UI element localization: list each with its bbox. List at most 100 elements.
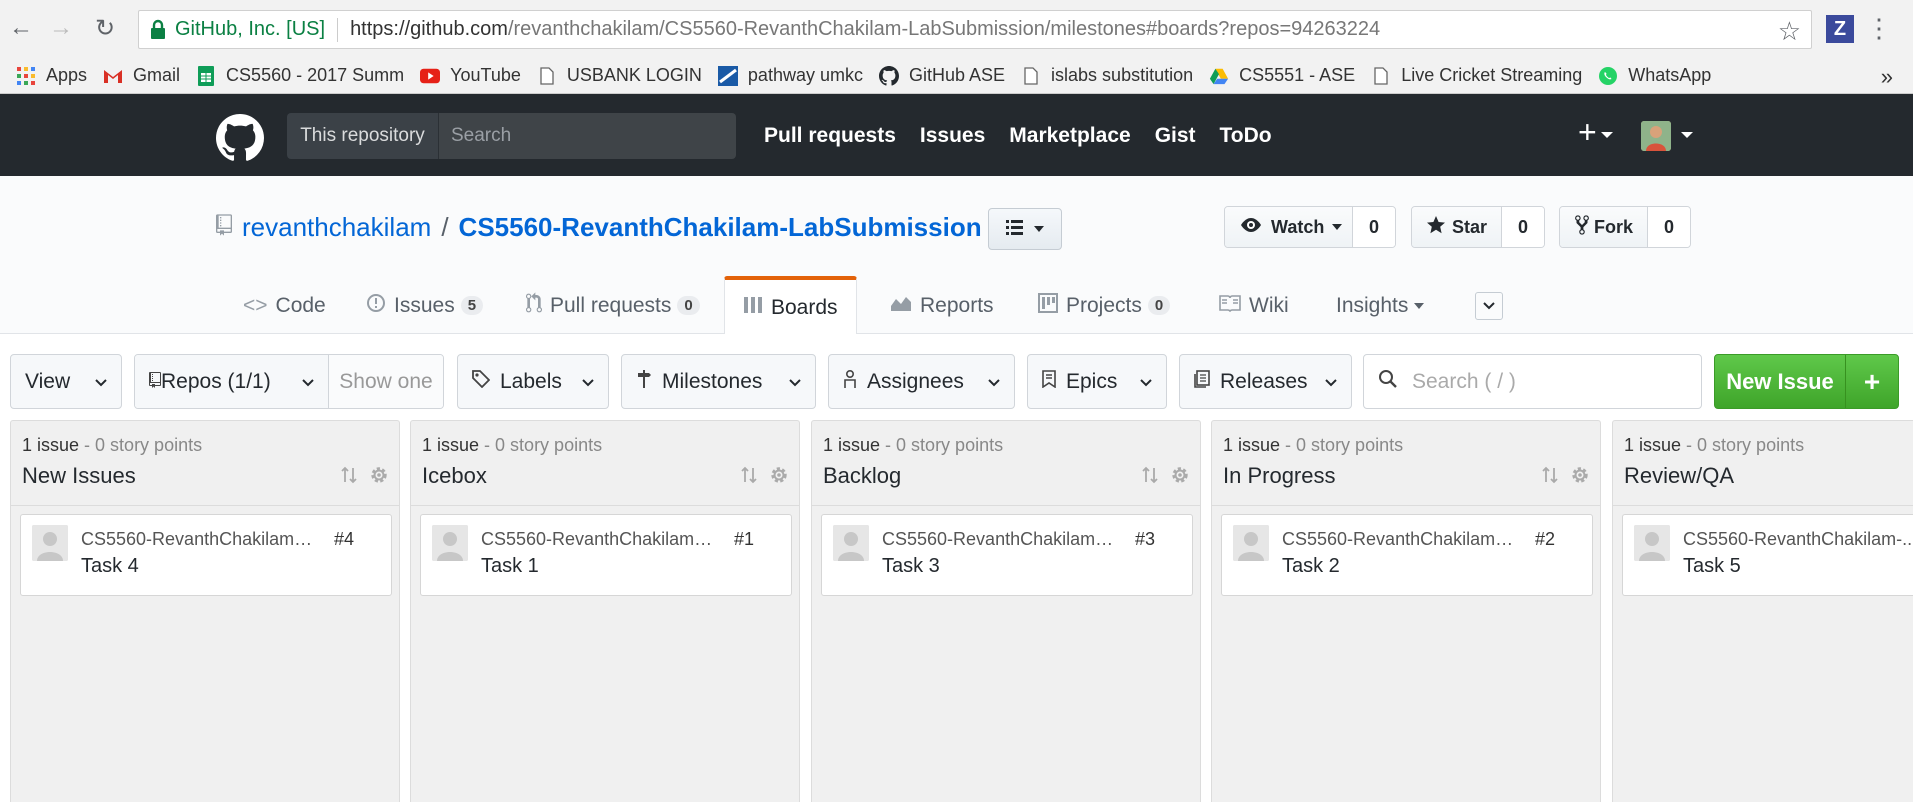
tab-boards[interactable]: Boards [724, 276, 857, 335]
repo-owner-link[interactable]: revanthchakilam [242, 212, 431, 243]
assignees-dropdown[interactable]: Assignees [828, 354, 1015, 409]
bookmark-label: CS5551 - ASE [1239, 65, 1356, 85]
card-issue-number[interactable]: #3 [1135, 529, 1155, 550]
watch-button[interactable]: Watch [1225, 207, 1353, 247]
sort-arrows-icon[interactable] [739, 465, 759, 491]
bookmark-star-icon[interactable]: ☆ [1778, 16, 1801, 47]
address-bar[interactable]: GitHub, Inc. [US] https://github.com/rev… [138, 10, 1812, 49]
milestones-dropdown[interactable]: Milestones [621, 354, 816, 409]
tab-code[interactable]: <> Code [243, 276, 326, 335]
sort-arrows-icon[interactable] [1140, 465, 1160, 491]
watch-count[interactable]: 0 [1353, 207, 1395, 247]
fork-icon [1574, 214, 1590, 241]
tab-projects[interactable]: Projects 0 [1038, 276, 1171, 335]
issue-card[interactable]: CS5560-RevanthChakilam-... #3 Task 3 [821, 514, 1193, 596]
repos-dropdown[interactable]: Repos (1/1) [135, 355, 329, 408]
tab-pull-requests[interactable]: Pull requests 0 [526, 276, 700, 335]
releases-dropdown[interactable]: Releases [1179, 354, 1352, 409]
nav-gist[interactable]: Gist [1155, 124, 1196, 148]
nav-todo[interactable]: ToDo [1220, 124, 1272, 148]
bookmark-youtube[interactable]: YouTube [420, 65, 521, 86]
tab-label: Code [275, 293, 326, 317]
bookmark-cs5551[interactable]: CS5551 - ASE [1209, 65, 1355, 86]
bookmark-usbank[interactable]: USBANK LOGIN [537, 65, 702, 86]
issue-card[interactable]: CS5560-RevanthChakilam-... #4 Task 4 [20, 514, 392, 596]
tab-wiki[interactable]: Wiki [1219, 276, 1289, 335]
bookmark-cricket[interactable]: Live Cricket Streaming [1371, 65, 1582, 86]
gmail-icon [103, 66, 123, 86]
boards-icon [743, 295, 763, 321]
caret-down-icon [1600, 131, 1613, 138]
epics-dropdown[interactable]: Epics [1027, 354, 1167, 409]
youtube-icon [420, 66, 441, 86]
bookmark-github-ase[interactable]: GitHub ASE [878, 65, 1005, 86]
bookmarks-overflow-button[interactable]: » [1881, 64, 1893, 90]
tabs-more-button[interactable] [1475, 292, 1503, 320]
reload-icon[interactable]: ↻ [90, 13, 120, 43]
column-controls [729, 465, 789, 491]
gear-icon[interactable] [1570, 465, 1590, 491]
avatar-caret-icon[interactable] [1681, 132, 1693, 138]
sort-arrows-icon[interactable] [1540, 465, 1560, 491]
star-button[interactable]: Star [1412, 207, 1502, 247]
user-avatar[interactable] [1641, 121, 1671, 151]
show-one-button[interactable]: Show one [329, 355, 443, 408]
issue-card[interactable]: CS5560-RevanthChakilam-... Task 5 [1622, 514, 1913, 596]
card-issue-number[interactable]: #1 [734, 529, 754, 550]
card-title[interactable]: Task 3 [882, 555, 940, 578]
fork-button[interactable]: Fork [1560, 207, 1648, 247]
view-dropdown[interactable]: View [10, 354, 122, 409]
bookmark-gmail[interactable]: Gmail [103, 65, 180, 86]
back-arrow-icon[interactable]: ← [6, 13, 36, 43]
card-title[interactable]: Task 4 [81, 555, 139, 578]
header-search-input[interactable]: Search [438, 113, 736, 159]
gear-icon[interactable] [369, 465, 389, 491]
story-points: - 0 story points [79, 435, 203, 455]
labels-dropdown[interactable]: Labels [457, 354, 609, 409]
fork-label: Fork [1594, 216, 1634, 237]
create-new-menu[interactable]: + [1578, 114, 1613, 151]
card-title[interactable]: Task 1 [481, 555, 539, 578]
bookmark-whatsapp[interactable]: WhatsApp [1598, 65, 1711, 86]
nav-pull-requests[interactable]: Pull requests [764, 124, 896, 148]
chevron-down-icon [1311, 374, 1337, 390]
apps-grid-icon [16, 66, 36, 86]
fork-count[interactable]: 0 [1648, 207, 1690, 247]
bookmark-pathway[interactable]: pathway umkc [717, 65, 863, 86]
issue-card[interactable]: CS5560-RevanthChakilam-L... #1 Task 1 [420, 514, 792, 596]
book-icon [1219, 294, 1241, 318]
board-search-input[interactable]: Search ( / ) [1363, 354, 1702, 409]
card-issue-number[interactable]: #2 [1535, 529, 1555, 550]
nav-issues[interactable]: Issues [920, 124, 985, 148]
sheets-icon [196, 65, 216, 86]
gear-icon[interactable] [769, 465, 789, 491]
bookmark-label: CS5560 - 2017 Summ [226, 65, 405, 85]
bookmark-apps[interactable]: Apps [16, 65, 87, 86]
new-issue-plus-button[interactable]: + [1846, 355, 1898, 408]
extension-icon[interactable]: Z [1826, 15, 1854, 43]
repo-book-icon [216, 212, 232, 243]
column-divider [411, 505, 799, 506]
tab-insights[interactable]: Insights [1336, 276, 1425, 335]
repo-name-link[interactable]: CS5560-RevanthChakilam-LabSubmission [459, 212, 982, 243]
new-issue-button[interactable]: New Issue [1715, 355, 1846, 408]
browser-menu-icon[interactable]: ⋮ [1866, 13, 1892, 44]
tag-icon [472, 370, 491, 393]
card-title[interactable]: Task 5 [1683, 555, 1741, 578]
nav-marketplace[interactable]: Marketplace [1009, 124, 1130, 148]
issue-card[interactable]: CS5560-RevanthChakilam-... #2 Task 2 [1221, 514, 1593, 596]
star-count[interactable]: 0 [1502, 207, 1544, 247]
forward-arrow-icon[interactable]: → [46, 13, 76, 43]
github-logo-icon[interactable] [216, 114, 264, 162]
tab-issues[interactable]: Issues 5 [366, 276, 484, 335]
gear-icon[interactable] [1170, 465, 1190, 491]
bookmark-islabs[interactable]: islabs substitution [1021, 65, 1193, 86]
card-title[interactable]: Task 2 [1282, 555, 1340, 578]
tab-reports[interactable]: Reports [890, 276, 994, 335]
sort-arrows-icon[interactable] [339, 465, 359, 491]
bookmark-cs5560[interactable]: CS5560 - 2017 Summ [196, 65, 404, 86]
assignees-label: Assignees [867, 369, 964, 393]
repo-menu-button[interactable] [988, 208, 1062, 250]
card-issue-number[interactable]: #4 [334, 529, 354, 550]
address-separator [337, 17, 339, 42]
